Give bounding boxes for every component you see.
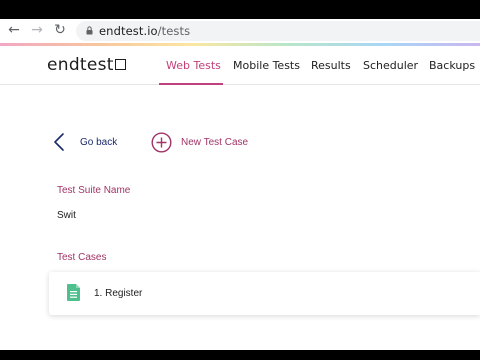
url-host: endtest.io	[99, 24, 158, 38]
letterbox-top	[0, 0, 480, 19]
tab-web-tests[interactable]: Web Tests	[166, 59, 221, 72]
chevron-left-icon[interactable]	[52, 132, 66, 152]
test-case-label: 1. Register	[94, 288, 143, 299]
arrow-right-icon[interactable]: →	[29, 22, 45, 38]
app-header: endtest Web Tests Mobile Tests Results S…	[0, 46, 480, 85]
test-suite-name-value[interactable]: Swit	[57, 210, 76, 221]
go-back-link[interactable]: Go back	[80, 137, 117, 148]
address-bar[interactable]: endtest.io/tests	[76, 21, 480, 41]
screen: ← → ↻ endtest.io/tests endtest Web Tests…	[0, 0, 480, 360]
app-page: endtest Web Tests Mobile Tests Results S…	[0, 46, 480, 350]
browser-toolbar: ← → ↻ endtest.io/tests	[0, 19, 480, 43]
arrow-left-icon[interactable]: ←	[6, 22, 22, 38]
checkbox-icon	[114, 59, 126, 70]
endtest-logo[interactable]: endtest	[47, 55, 126, 75]
url-text: endtest.io/tests	[99, 24, 190, 38]
active-tab-indicator	[159, 83, 223, 85]
document-icon	[67, 284, 80, 301]
url-path: /tests	[157, 24, 191, 38]
lock-icon	[86, 26, 93, 35]
test-cases-label: Test Cases	[57, 252, 107, 263]
logo-text: endtest	[47, 55, 114, 75]
reload-icon[interactable]: ↻	[52, 22, 68, 38]
plus-circle-icon[interactable]	[151, 132, 172, 153]
tab-mobile-tests[interactable]: Mobile Tests	[233, 59, 300, 72]
tab-results[interactable]: Results	[311, 59, 351, 72]
test-suite-name-label: Test Suite Name	[57, 185, 131, 196]
tab-scheduler[interactable]: Scheduler	[363, 59, 418, 72]
test-case-item[interactable]: 1. Register	[49, 272, 480, 315]
tab-backups[interactable]: Backups	[429, 59, 475, 72]
letterbox-bottom	[0, 350, 480, 360]
new-test-case-button[interactable]: New Test Case	[181, 137, 248, 148]
